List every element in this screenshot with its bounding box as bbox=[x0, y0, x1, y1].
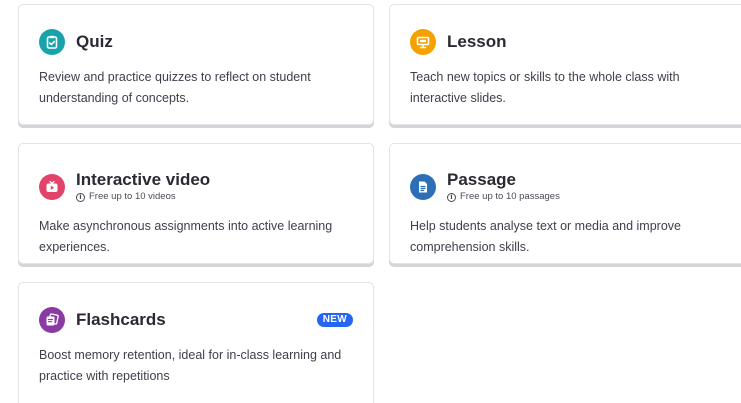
free-limit-note: i Free up to 10 videos bbox=[76, 191, 210, 203]
document-icon bbox=[410, 173, 436, 200]
card-title: Lesson bbox=[447, 32, 507, 51]
free-limit-text: Free up to 10 videos bbox=[89, 191, 176, 202]
quiz-card-header: Quiz bbox=[39, 29, 353, 55]
free-limit-note: i Free up to 10 passages bbox=[447, 191, 560, 203]
lesson-card[interactable]: Lesson Teach new topics or skills to the… bbox=[389, 4, 741, 125]
quiz-title-wrap: Quiz bbox=[76, 32, 113, 52]
activity-type-grid: Quiz Review and practice quizzes to refl… bbox=[0, 0, 741, 403]
card-title: Interactive video bbox=[76, 170, 211, 189]
flashcards-title-wrap: Flashcards bbox=[76, 310, 166, 330]
free-limit-text: Free up to 10 passages bbox=[460, 191, 560, 202]
clipboard-check-icon bbox=[39, 29, 65, 55]
card-description: Review and practice quizzes to reflect o… bbox=[39, 70, 311, 105]
card-description: Help students analyse text or media and … bbox=[410, 219, 681, 254]
lesson-card-header: Lesson bbox=[410, 29, 738, 55]
passage-card-header: Passage i Free up to 10 passages bbox=[410, 170, 738, 203]
card-title: Passage bbox=[447, 170, 516, 189]
tv-play-icon bbox=[39, 173, 65, 200]
card-title: Flashcards bbox=[76, 310, 166, 329]
interactive-video-card[interactable]: Interactive video i Free up to 10 videos… bbox=[18, 143, 374, 264]
passage-title-wrap: Passage i Free up to 10 passages bbox=[447, 170, 560, 203]
info-icon: i bbox=[76, 192, 85, 202]
card-description: Teach new topics or skills to the whole … bbox=[410, 70, 680, 105]
passage-card[interactable]: Passage i Free up to 10 passages Help st… bbox=[389, 143, 741, 264]
interactive-video-card-header: Interactive video i Free up to 10 videos bbox=[39, 170, 353, 203]
card-description: Make asynchronous assignments into activ… bbox=[39, 219, 333, 254]
lesson-title-wrap: Lesson bbox=[447, 32, 507, 52]
quiz-card[interactable]: Quiz Review and practice quizzes to refl… bbox=[18, 4, 374, 125]
flashcards-card[interactable]: Flashcards NEW Boost memory retention, i… bbox=[18, 282, 374, 403]
flashcards-icon bbox=[39, 307, 65, 333]
interactive-video-title-wrap: Interactive video i Free up to 10 videos bbox=[76, 170, 210, 203]
flashcards-card-header: Flashcards NEW bbox=[39, 307, 353, 333]
card-title: Quiz bbox=[76, 32, 113, 51]
card-description: Boost memory retention, ideal for in-cla… bbox=[39, 348, 342, 383]
presentation-icon bbox=[410, 29, 436, 55]
new-badge: NEW bbox=[316, 313, 353, 327]
info-icon: i bbox=[447, 192, 456, 202]
